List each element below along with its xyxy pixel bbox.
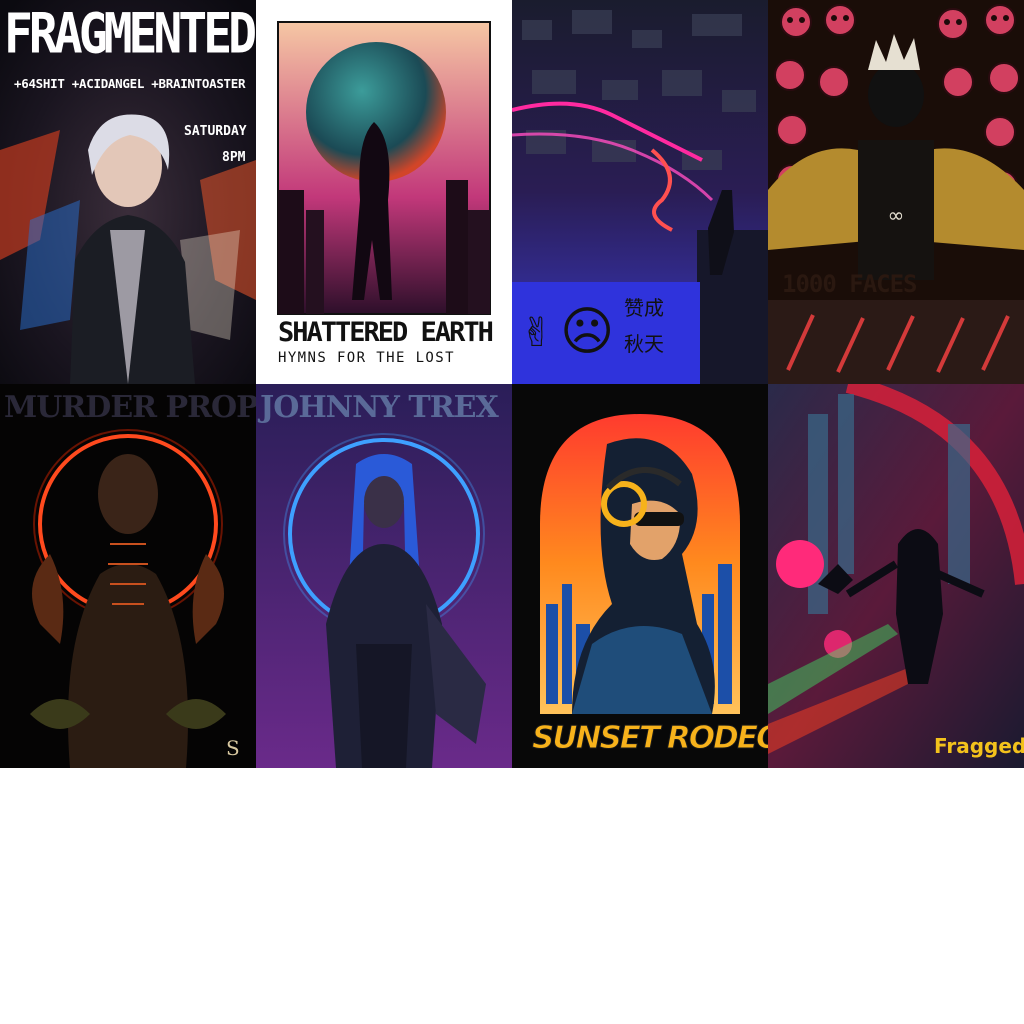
poster-text-line1: 赞成 bbox=[624, 296, 664, 320]
poster-shattered-earth[interactable]: SHATTERED EARTH HYMNS FOR THE LOST bbox=[256, 0, 512, 384]
poster-murder-prophet[interactable]: MURDER PROPHET S bbox=[0, 384, 256, 768]
poster-sunset-rodeo[interactable]: SUNSET RODEO bbox=[512, 384, 768, 768]
sad-face-icon: ☹ bbox=[560, 302, 615, 362]
poster-subtitle: HYMNS FOR THE LOST bbox=[278, 350, 455, 366]
poster-johnny-trex[interactable]: JOHNNY TREX bbox=[256, 384, 512, 768]
peace-hand-icon: ✌ bbox=[520, 310, 554, 356]
poster-1000-faces[interactable]: ∞ 1000 FACES bbox=[768, 0, 1024, 384]
svg-text:∞: ∞ bbox=[888, 203, 905, 227]
poster-lineup: +64SHIT +ACIDANGEL +BRAINTOASTER bbox=[14, 76, 246, 91]
poster-murder-prophet-artwork bbox=[0, 384, 256, 768]
poster-grid: FRAGMENTED +64SHIT +ACIDANGEL +BRAINTOAS… bbox=[0, 0, 1024, 768]
poster-band-name: JOHNNY TREX bbox=[260, 390, 499, 425]
poster-johnny-trex-artwork bbox=[256, 384, 512, 768]
poster-band-name: MURDER PROPHET bbox=[4, 390, 256, 425]
poster-autumn-city[interactable]: ✌ ☹ 赞成 秋天 bbox=[512, 0, 768, 384]
poster-fragmented[interactable]: FRAGMENTED +64SHIT +ACIDANGEL +BRAINTOAS… bbox=[0, 0, 256, 384]
poster-1000-faces-artwork: ∞ bbox=[768, 0, 1024, 384]
poster-fragged-artwork bbox=[768, 384, 1024, 768]
artist-signature: S bbox=[226, 736, 240, 760]
poster-title: SHATTERED EARTH bbox=[278, 317, 494, 348]
poster-title: 1000 FACES bbox=[782, 270, 917, 298]
poster-text-line2: 秋天 bbox=[624, 332, 664, 356]
poster-fragged[interactable]: Fragged bbox=[768, 384, 1024, 768]
poster-title: SUNSET RODEO bbox=[531, 720, 768, 757]
poster-title: Fragged bbox=[934, 734, 1024, 758]
poster-time: 8PM bbox=[222, 150, 246, 165]
poster-day: SATURDAY bbox=[184, 124, 247, 139]
poster-sunset-rodeo-artwork bbox=[512, 384, 768, 768]
poster-title: FRAGMENTED bbox=[4, 2, 256, 67]
